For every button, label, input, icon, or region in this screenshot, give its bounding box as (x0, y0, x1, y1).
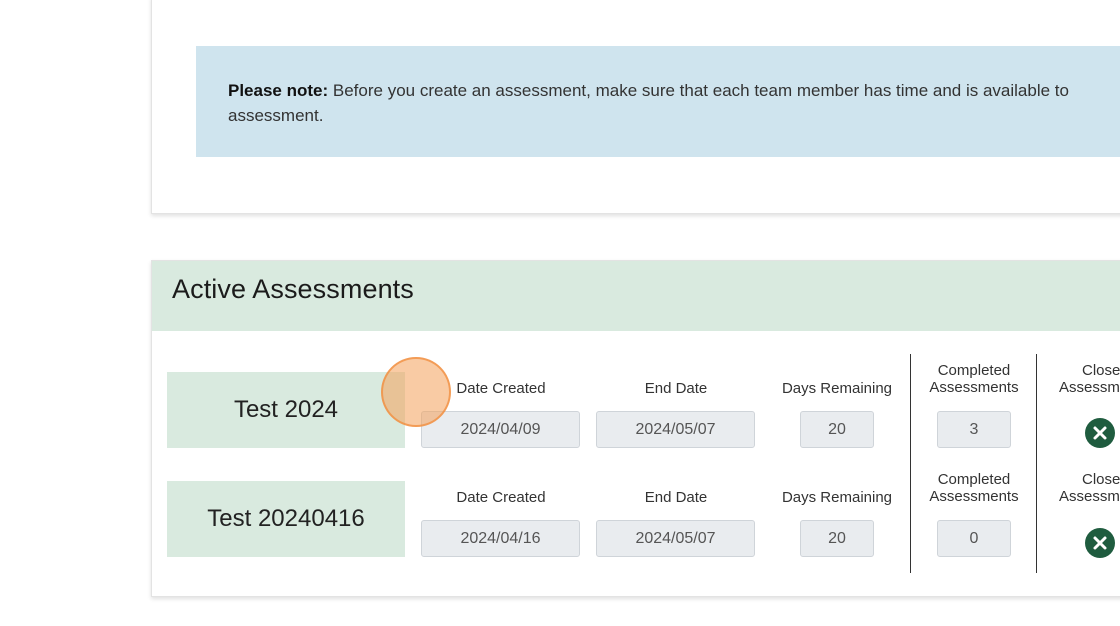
x-icon (1093, 426, 1107, 440)
assessment-name: Test 20240416 (167, 481, 405, 557)
date-created-label: Date Created (456, 489, 546, 506)
end-date-field: 2024/05/07 (596, 520, 755, 557)
close-label-line2: Assessme (1059, 379, 1120, 396)
close-label-line1: Close (1082, 362, 1120, 379)
panel-title: Active Assessments (172, 274, 414, 304)
close-label-line2: Assessme (1059, 488, 1120, 505)
days-remaining-field: 20 (800, 411, 874, 448)
completed-label-line1: Completed (937, 362, 1011, 379)
date-created-field: 2024/04/09 (421, 411, 580, 448)
completed-field: 0 (937, 520, 1011, 557)
end-date-label: End Date (644, 489, 708, 506)
close-label-line1: Close (1082, 471, 1120, 488)
close-assessment-icon[interactable] (1085, 418, 1115, 448)
days-remaining-label: Days Remaining (781, 380, 893, 397)
completed-field: 3 (937, 411, 1011, 448)
note-bold: Please note: (228, 81, 329, 100)
click-indicator (381, 357, 451, 427)
completed-label-line2: Assessments (929, 379, 1019, 396)
end-date-label: End Date (644, 380, 708, 397)
assessment-name: Test 2024 (167, 372, 405, 448)
completed-label: Completed Assessments (919, 471, 1029, 505)
column-divider (910, 354, 911, 573)
note-line1: Before you create an assessment, make su… (328, 81, 1069, 100)
days-remaining-label: Days Remaining (781, 489, 893, 506)
x-icon (1093, 536, 1107, 550)
end-date-field: 2024/05/07 (596, 411, 755, 448)
days-remaining-field: 20 (800, 520, 874, 557)
close-assessment-icon[interactable] (1085, 528, 1115, 558)
completed-label-line1: Completed (937, 471, 1011, 488)
column-divider (1036, 354, 1037, 573)
note-box: Please note: Before you create an assess… (196, 46, 1120, 157)
completed-label-line2: Assessments (929, 488, 1019, 505)
close-label: Close Assessme (1059, 362, 1120, 396)
note-line2: assessment. (228, 106, 324, 125)
completed-label: Completed Assessments (919, 362, 1029, 396)
close-label: Close Assessme (1059, 471, 1120, 505)
panel-header: Active Assessments (152, 261, 1120, 331)
date-created-field: 2024/04/16 (421, 520, 580, 557)
